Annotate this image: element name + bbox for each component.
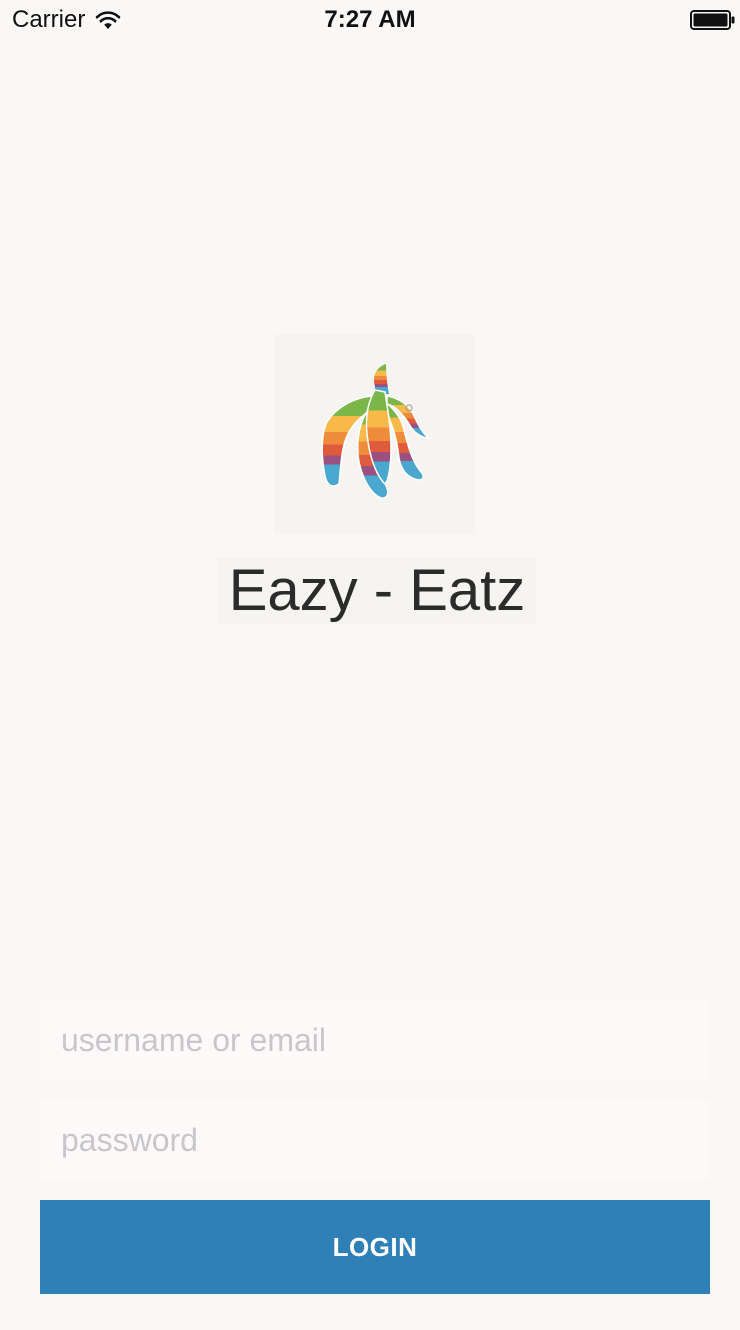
- app-logo: [275, 334, 475, 534]
- password-input[interactable]: [40, 1100, 710, 1180]
- battery-icon: [690, 10, 735, 30]
- status-time: 7:27 AM: [324, 6, 416, 33]
- banana-logo-icon: [321, 364, 432, 499]
- app-title: Eazy - Eatz: [218, 558, 536, 624]
- status-bar: Carrier 7:27 AM: [0, 0, 740, 40]
- username-input[interactable]: [40, 1000, 710, 1080]
- login-button[interactable]: LOGIN: [40, 1200, 710, 1294]
